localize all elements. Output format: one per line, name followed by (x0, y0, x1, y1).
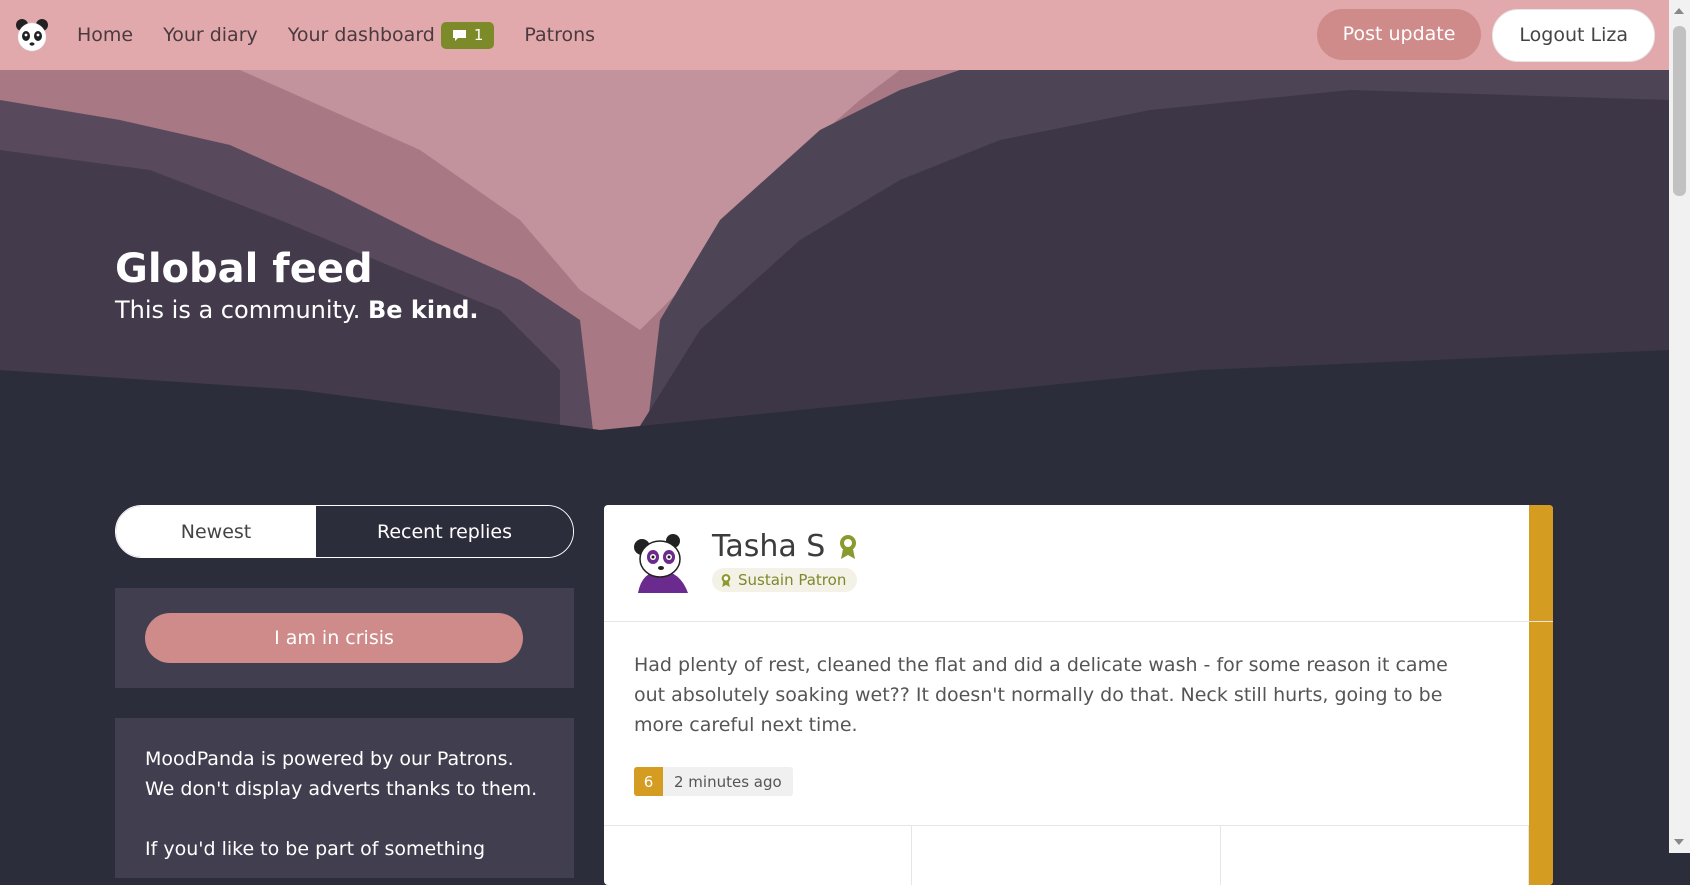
post-action-1[interactable] (604, 826, 913, 885)
nav-patrons-link[interactable]: Patrons (524, 24, 595, 46)
tab-newest[interactable]: Newest (116, 506, 316, 557)
subtitle-emphasis: Be kind. (368, 296, 479, 324)
crisis-button[interactable]: I am in crisis (145, 613, 523, 663)
post-body: Had plenty of rest, cleaned the flat and… (634, 654, 1448, 736)
scroll-up-icon[interactable] (1674, 8, 1684, 14)
nav-dashboard-link[interactable]: Your dashboard 1 (287, 21, 495, 49)
feed-sort-toggle: Newest Recent replies (115, 505, 574, 558)
post-timestamp: 2 minutes ago (663, 767, 793, 796)
dashboard-badge[interactable]: 1 (440, 21, 495, 49)
comment-icon (452, 29, 466, 41)
subtitle-text: This is a community. (115, 296, 361, 324)
panda-logo-icon[interactable] (14, 17, 50, 53)
hero-banner: Global feed This is a community. Be kind… (0, 70, 1669, 490)
avatar[interactable] (628, 527, 694, 593)
nav-diary-link[interactable]: Your diary (163, 24, 258, 46)
post-author[interactable]: Tasha S (712, 529, 859, 564)
patron-tag-label: Sustain Patron (738, 571, 847, 589)
post-actions (604, 825, 1529, 885)
nav-home-link[interactable]: Home (77, 24, 133, 46)
page-subtitle: This is a community. Be kind. (115, 296, 479, 324)
page-title: Global feed (115, 246, 373, 292)
dashboard-badge-count: 1 (473, 26, 484, 44)
mood-score-badge: 6 (634, 767, 663, 796)
tab-recent-replies[interactable]: Recent replies (316, 506, 573, 557)
author-name: Tasha S (712, 529, 826, 564)
scroll-thumb[interactable] (1673, 26, 1686, 196)
award-ribbon-icon (721, 573, 731, 587)
patrons-info-panel: MoodPanda is powered by our Patrons. We … (115, 718, 574, 878)
logout-button[interactable]: Logout Liza (1492, 8, 1655, 62)
post-header: Tasha S Sustain Patron (604, 505, 1553, 622)
post-action-2[interactable] (912, 826, 1221, 885)
post-meta: 6 2 minutes ago (634, 767, 793, 796)
scroll-down-icon[interactable] (1674, 839, 1684, 845)
top-navbar: Home Your diary Your dashboard 1 Patrons… (0, 0, 1669, 70)
page-scrollbar[interactable] (1669, 0, 1690, 853)
post-action-3[interactable] (1221, 826, 1529, 885)
nav-dashboard-label: Your dashboard (287, 24, 435, 46)
patrons-text-line1: MoodPanda is powered by our Patrons. (145, 748, 514, 770)
patrons-text-line3: If you'd like to be part of something (145, 838, 486, 860)
nav-actions: Post update Logout Liza (1316, 8, 1655, 62)
patrons-text-line2: We don't display adverts thanks to them. (145, 778, 538, 800)
award-ribbon-icon (840, 534, 857, 559)
patron-tag: Sustain Patron (712, 568, 858, 592)
post-update-button[interactable]: Post update (1316, 8, 1482, 60)
post-card: Tasha S Sustain Patron Had plenty of res… (604, 505, 1553, 885)
crisis-panel: I am in crisis (115, 588, 574, 688)
